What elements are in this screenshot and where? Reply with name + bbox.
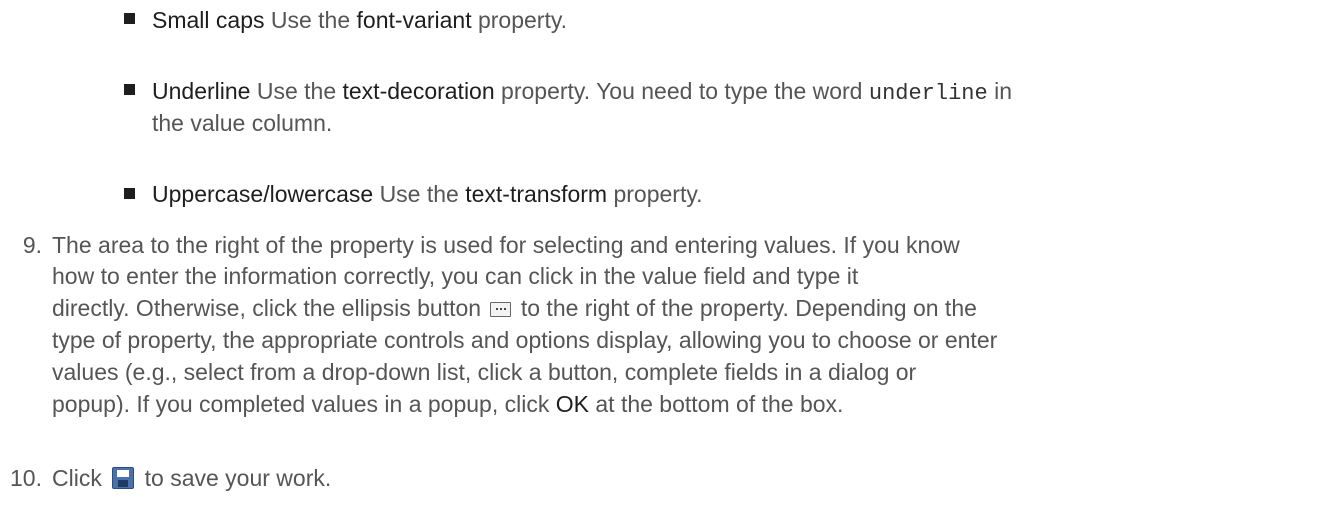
step-9-line-2: how to enter the information correctly, …: [52, 262, 858, 290]
ellipsis-button-icon: [490, 302, 512, 318]
text: to save your work.: [138, 465, 332, 491]
bullet-marker: [124, 84, 135, 95]
bullet-marker: [124, 13, 135, 24]
term-label: Uppercase/lowercase: [152, 181, 374, 207]
text: Click: [52, 465, 102, 491]
text: type of property, the appropriate contro…: [52, 327, 998, 353]
text: property. You need to type the word: [494, 78, 869, 104]
save-icon: [112, 467, 135, 489]
text: at the bottom of the box.: [588, 391, 844, 417]
property-name: font-variant: [356, 7, 472, 33]
step-9-line-5: values (e.g., select from a drop-down li…: [52, 358, 916, 386]
bullet-item-uppercase: Uppercase/lowercase Use the text-transfo…: [152, 180, 703, 208]
term-label: Underline: [152, 78, 251, 104]
term-label: Small caps: [152, 7, 265, 33]
property-name: text-transform: [465, 181, 608, 207]
text: directly. Otherwise, click the ellipsis …: [52, 295, 482, 321]
text: Use the: [270, 7, 357, 33]
step-9-line-6: popup). If you completed values in a pop…: [52, 390, 843, 418]
text: property.: [471, 7, 568, 33]
text: popup). If you completed values in a pop…: [52, 391, 556, 417]
step-number: 9.: [22, 232, 42, 258]
step-9-line-3: directly. Otherwise, click the ellipsis …: [52, 294, 977, 322]
step-number: 10.: [10, 465, 42, 491]
text: property.: [607, 181, 703, 207]
text: values (e.g., select from a drop-down li…: [52, 359, 917, 385]
text: Use the: [256, 78, 343, 104]
property-name: text-decoration: [342, 78, 495, 104]
step-10-line: Click to save your work.: [52, 464, 331, 492]
bullet-continuation: the value column.: [152, 109, 332, 137]
bullet-marker: [124, 188, 135, 199]
text: how to enter the information correctly, …: [52, 263, 859, 289]
text: The area to the right of the property is…: [52, 232, 960, 258]
bullet-item-small-caps: Small caps Use the font-variant property…: [152, 6, 567, 34]
text: Use the: [379, 181, 466, 207]
ok-label: OK: [555, 391, 589, 417]
text: the value column.: [152, 110, 333, 136]
code-text: underline: [868, 81, 988, 106]
bullet-item-underline: Underline Use the text-decoration proper…: [152, 77, 1012, 108]
step-9-line-1: The area to the right of the property is…: [52, 231, 960, 259]
text: in: [987, 78, 1012, 104]
step-9-line-4: type of property, the appropriate contro…: [52, 326, 997, 354]
text: to the right of the property. Depending …: [514, 295, 977, 321]
